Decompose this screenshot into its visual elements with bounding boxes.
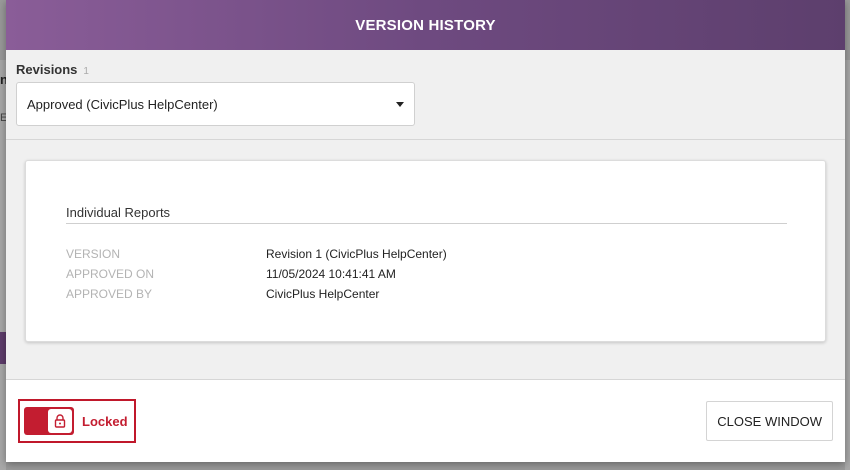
close-window-button[interactable]: CLOSE WINDOW — [706, 401, 833, 441]
report-meta: VERSION Revision 1 (CivicPlus HelpCenter… — [66, 244, 785, 304]
meta-key: APPROVED BY — [66, 287, 153, 301]
revisions-label: Revisions — [16, 62, 78, 77]
report-title: Individual Reports — [66, 205, 787, 224]
background-right-strip — [845, 60, 850, 470]
lock-label: Locked — [82, 413, 128, 429]
modal-header: VERSION HISTORY — [6, 0, 845, 50]
lock-toggle-highlight: Locked — [18, 399, 136, 443]
meta-row-approved-by: APPROVED BY CivicPlus HelpCenter — [66, 284, 785, 304]
meta-value: 11/05/2024 10:41:41 AM — [266, 267, 396, 281]
revisions-count: 1 — [83, 66, 89, 77]
meta-key: VERSION — [66, 247, 121, 261]
report-body: Individual Reports VERSION Revision 1 (C… — [6, 140, 845, 380]
lock-toggle[interactable] — [24, 407, 74, 435]
report-card: Individual Reports VERSION Revision 1 (C… — [25, 160, 826, 342]
revisions-selected-value: Approved (CivicPlus HelpCenter) — [27, 96, 218, 112]
modal-footer: Locked CLOSE WINDOW — [6, 380, 845, 462]
meta-row-approved-on: APPROVED ON 11/05/2024 10:41:41 AM — [66, 264, 785, 284]
meta-row-version: VERSION Revision 1 (CivicPlus HelpCenter… — [66, 244, 785, 264]
revisions-label-row: Revisions 1 — [16, 62, 835, 77]
meta-key: APPROVED ON — [66, 267, 155, 281]
revisions-section: Revisions 1 Approved (CivicPlus HelpCent… — [6, 50, 845, 140]
caret-down-icon — [396, 101, 404, 107]
meta-value: CivicPlus HelpCenter — [266, 287, 380, 301]
modal-title: VERSION HISTORY — [355, 16, 496, 34]
meta-value: Revision 1 (CivicPlus HelpCenter) — [266, 247, 447, 261]
lock-toggle-knob — [48, 409, 72, 433]
revisions-select[interactable]: Approved (CivicPlus HelpCenter) — [16, 82, 415, 126]
lock-icon — [54, 414, 66, 428]
version-history-modal: VERSION HISTORY Revisions 1 Approved (Ci… — [6, 0, 845, 462]
